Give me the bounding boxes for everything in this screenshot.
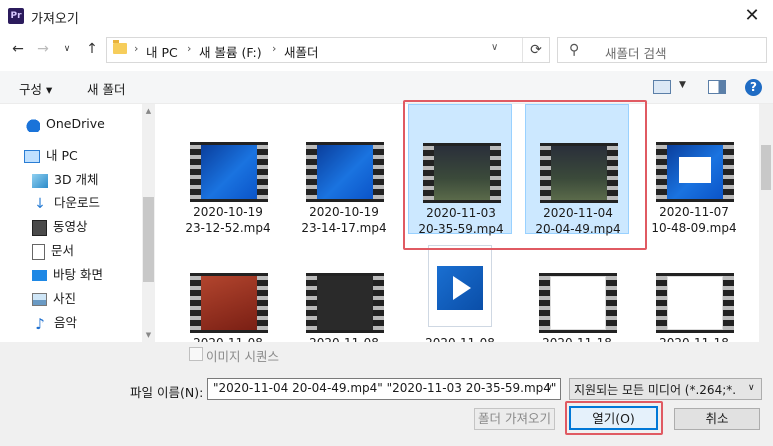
sidebar-scrollbar-thumb[interactable] bbox=[143, 197, 154, 282]
download-icon: ↓ bbox=[34, 195, 46, 212]
file-item[interactable]: 2020-11-08 bbox=[176, 235, 280, 350]
file-name-line2: 23-12-52.mp4 bbox=[185, 221, 271, 235]
title-bar bbox=[0, 0, 773, 32]
video-thumbnail bbox=[656, 273, 734, 333]
video-thumbnail bbox=[190, 273, 268, 333]
sidebar-item-desktop[interactable]: 바탕 화면 bbox=[32, 265, 103, 285]
video-thumbnail bbox=[190, 142, 268, 202]
computer-icon bbox=[24, 150, 40, 163]
sidebar-item-videos[interactable]: 동영상 bbox=[32, 217, 88, 237]
search-placeholder: 새폴더 검색 bbox=[605, 46, 667, 61]
file-name-line1: 2020-10-19 bbox=[193, 205, 263, 219]
file-name-line2: 10-48-09.mp4 bbox=[651, 221, 737, 235]
breadcrumb-my-pc[interactable]: 내 PC bbox=[146, 42, 178, 61]
file-name-line1: 2020-11-07 bbox=[659, 205, 729, 219]
file-name-label: 파일 이름(N): bbox=[130, 385, 204, 400]
file-item[interactable]: 2020-10-19 23-14-17.mp4 bbox=[292, 104, 396, 235]
organize-menu-button[interactable]: 구성 ▾ bbox=[19, 79, 52, 98]
import-folder-button[interactable]: 폴더 가져오기 bbox=[474, 408, 555, 430]
picture-icon bbox=[32, 293, 47, 306]
sidebar-item-3d-objects[interactable]: 3D 개체 bbox=[32, 170, 99, 190]
document-icon bbox=[32, 243, 45, 260]
sidebar-item-music[interactable]: ♪ 음악 bbox=[32, 313, 77, 333]
media-file-icon bbox=[428, 245, 492, 327]
scroll-up-arrow-icon[interactable]: ▲ bbox=[142, 104, 155, 118]
cube-icon bbox=[32, 173, 48, 188]
file-item[interactable]: 2020-11-18 bbox=[642, 235, 746, 350]
sidebar-item-onedrive[interactable]: OneDrive bbox=[24, 114, 105, 134]
sidebar-item-downloads[interactable]: ↓ 다운로드 bbox=[32, 193, 100, 213]
file-item[interactable]: 2020-10-19 23-12-52.mp4 bbox=[176, 104, 280, 235]
desktop-icon bbox=[32, 270, 47, 281]
sidebar-item-documents[interactable]: 문서 bbox=[32, 241, 74, 261]
file-name-dropdown-icon[interactable]: ∨ bbox=[546, 383, 553, 393]
video-thumbnail bbox=[656, 142, 734, 202]
video-thumbnail bbox=[539, 273, 617, 333]
file-list-scrollbar-thumb[interactable] bbox=[761, 145, 771, 190]
video-icon bbox=[32, 219, 47, 236]
selection-highlight-annotation bbox=[403, 100, 647, 250]
scroll-down-arrow-icon[interactable]: ▼ bbox=[142, 328, 155, 342]
premiere-app-icon: Pr bbox=[8, 8, 24, 24]
breadcrumb-new-folder[interactable]: 새폴더 bbox=[284, 42, 319, 61]
address-dropdown-icon[interactable]: ∨ bbox=[491, 42, 498, 53]
preview-pane-icon[interactable] bbox=[708, 80, 726, 94]
sidebar-item-my-pc[interactable]: 내 PC bbox=[24, 146, 78, 166]
file-list-scrollbar[interactable] bbox=[759, 104, 773, 342]
breadcrumb-separator-icon: › bbox=[134, 42, 139, 55]
help-icon[interactable]: ? bbox=[745, 79, 762, 96]
refresh-icon[interactable]: ⟳ bbox=[522, 38, 549, 62]
video-thumbnail bbox=[306, 273, 384, 333]
file-name-value: "2020-11-04 20-04-49.mp4" "2020-11-03 20… bbox=[213, 381, 557, 395]
new-folder-button[interactable]: 새 폴더 bbox=[87, 79, 125, 98]
breadcrumb-separator-icon: › bbox=[187, 42, 192, 55]
music-icon: ♪ bbox=[35, 314, 45, 333]
file-name-line2: 23-14-17.mp4 bbox=[301, 221, 387, 235]
file-type-value: 지원되는 모든 미디어 (*.264;*. bbox=[574, 383, 737, 397]
forward-arrow-icon[interactable]: → bbox=[33, 39, 53, 59]
file-name-line1: 2020-10-19 bbox=[309, 205, 379, 219]
file-item[interactable]: 2020-11-08 bbox=[292, 235, 396, 350]
video-thumbnail bbox=[306, 142, 384, 202]
up-folder-arrow-icon[interactable]: ↑ bbox=[82, 39, 102, 59]
file-item[interactable]: 2020-11-08 bbox=[408, 235, 512, 350]
file-type-dropdown-icon[interactable]: ∨ bbox=[748, 383, 755, 393]
view-options-icon[interactable] bbox=[653, 80, 671, 94]
window-title: 가져오기 bbox=[31, 12, 79, 27]
image-sequence-checkbox[interactable] bbox=[189, 347, 203, 361]
file-item[interactable]: 2020-11-07 10-48-09.mp4 bbox=[642, 104, 746, 235]
close-button[interactable]: ✕ bbox=[737, 3, 767, 29]
back-arrow-icon[interactable]: ← bbox=[8, 39, 28, 59]
view-dropdown-icon[interactable]: ▼ bbox=[679, 80, 686, 90]
sidebar-item-pictures[interactable]: 사진 bbox=[32, 289, 76, 309]
cancel-button[interactable]: 취소 bbox=[674, 408, 760, 430]
recent-locations-chevron-icon[interactable]: ∨ bbox=[57, 39, 77, 59]
open-button-highlight-annotation bbox=[565, 401, 663, 435]
cloud-icon bbox=[24, 117, 40, 132]
folder-icon bbox=[113, 40, 127, 54]
breadcrumb-volume-f[interactable]: 새 볼륨 (F:) bbox=[199, 42, 262, 61]
breadcrumb-separator-icon: › bbox=[272, 42, 277, 55]
image-sequence-label: 이미지 시퀀스 bbox=[206, 349, 279, 364]
file-item[interactable]: 2020-11-18 bbox=[525, 235, 629, 350]
search-icon: ⚲ bbox=[569, 42, 580, 58]
